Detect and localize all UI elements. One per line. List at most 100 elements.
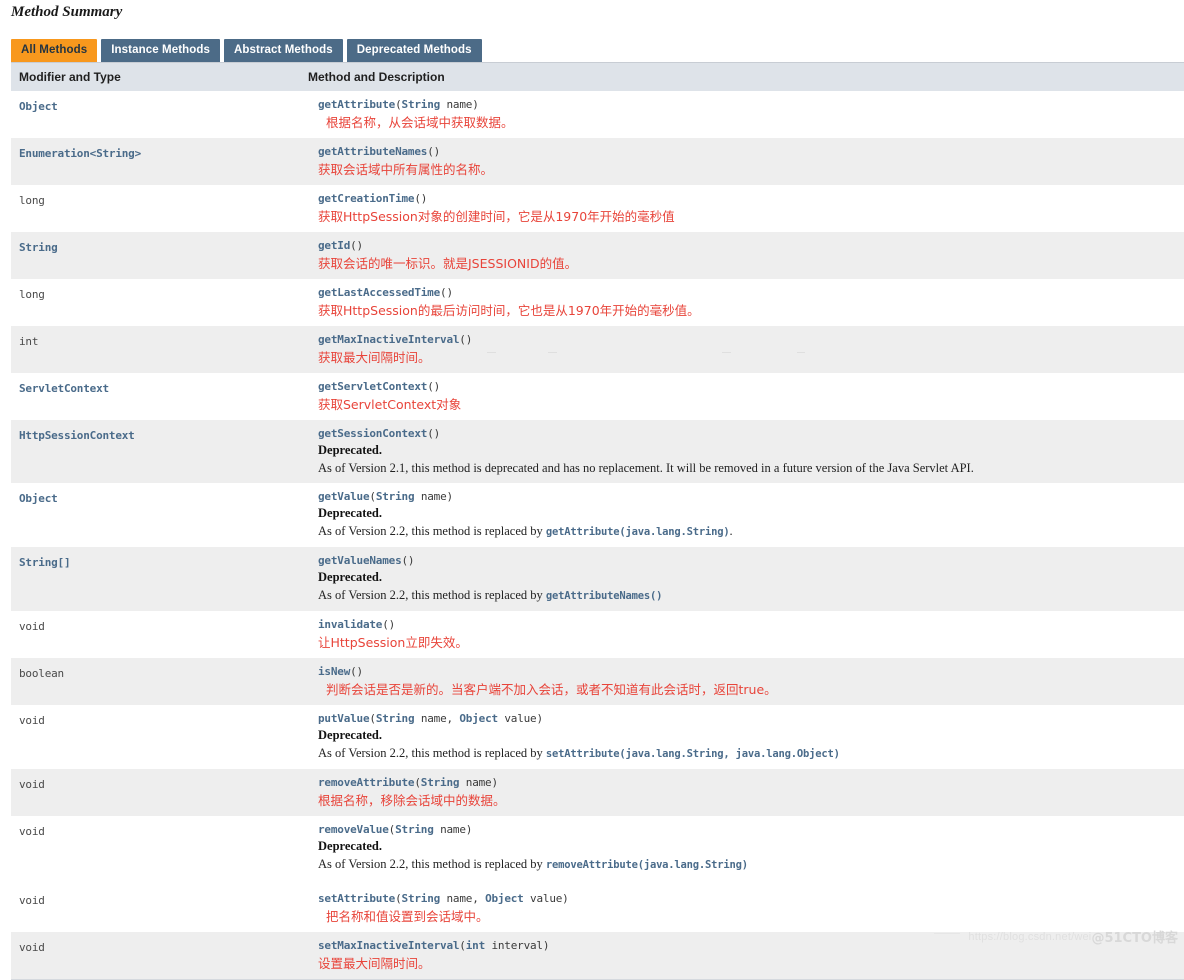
method-signature[interactable]: getSessionContext()	[318, 426, 1176, 441]
page-title: Method Summary	[11, 4, 123, 20]
method-signature[interactable]: invalidate()	[318, 617, 1176, 632]
method-signature[interactable]: getServletContext()	[318, 379, 1176, 394]
cell-method-description: getAttributeNames() 获取会话域中所有属性的名称。	[308, 138, 1184, 185]
cell-modifier-type: long	[11, 185, 308, 232]
method-note-cn: 让HttpSession立即失效。	[318, 635, 468, 650]
method-signature[interactable]: setAttribute(String name, Object value)	[318, 891, 1176, 906]
cell-method-description: putValue(String name, Object value) Depre…	[308, 705, 1184, 769]
method-signature[interactable]: getId()	[318, 238, 1176, 253]
tab-abstract-methods[interactable]: Abstract Methods	[224, 39, 343, 62]
cell-modifier-type: Enumeration<String>	[11, 138, 308, 185]
method-note-cn: 获取会话域中所有属性的名称。	[318, 162, 494, 177]
modifier-type-value[interactable]: String[]	[19, 556, 71, 569]
render-artifact	[487, 352, 496, 353]
cell-method-description: getValue(String name) Deprecated. As of Ve…	[308, 483, 1184, 547]
cell-modifier-type: String[]	[11, 547, 308, 611]
method-signature[interactable]: getMaxInactiveInterval()	[318, 332, 1176, 347]
cell-modifier-type: Object	[11, 483, 308, 547]
render-artifact	[797, 352, 805, 353]
cell-method-description: getMaxInactiveInterval() 获取最大间隔时间。	[308, 326, 1184, 373]
table-row: int getMaxInactiveInterval() 获取最大间隔时间。	[11, 326, 1184, 373]
cell-method-description: setMaxInactiveInterval(int interval) 设置最大…	[308, 932, 1184, 979]
cell-modifier-type: ServletContext	[11, 373, 308, 420]
modifier-type-value[interactable]: HttpSessionContext	[19, 429, 135, 442]
modifier-type-value[interactable]: Object	[19, 100, 58, 113]
cell-modifier-type: long	[11, 279, 308, 326]
deprecated-replacement-link[interactable]: setAttribute(java.lang.String, java.lang…	[546, 748, 840, 760]
cell-modifier-type: boolean	[11, 658, 308, 705]
modifier-type-value[interactable]: String	[19, 241, 58, 254]
cell-modifier-type: void	[11, 885, 308, 932]
cell-modifier-type: void	[11, 611, 308, 658]
deprecated-text: As of Version 2.2, this method is replac…	[318, 586, 1176, 605]
render-artifact	[548, 352, 557, 353]
cell-method-description: getSessionContext() Deprecated. As of Vers…	[308, 420, 1184, 483]
cell-method-description: getLastAccessedTime() 获取HttpSession的最后访问时…	[308, 279, 1184, 326]
cell-method-description: removeAttribute(String name) 根据名称，移除会话域中的…	[308, 769, 1184, 816]
deprecated-text-body: As of Version 2.2, this method is replac…	[318, 588, 546, 602]
tab-deprecated-methods[interactable]: Deprecated Methods	[346, 39, 482, 62]
modifier-type-value[interactable]: Enumeration<String>	[19, 147, 141, 160]
table-header-row: Modifier and Type Method and Description	[11, 62, 1184, 91]
method-signature[interactable]: getAttribute(String name)	[318, 97, 1176, 112]
tab-all-methods[interactable]: All Methods	[11, 39, 98, 62]
deprecated-replacement-link[interactable]: getAttributeNames()	[546, 590, 663, 602]
deprecated-text-body: As of Version 2.2, this method is replac…	[318, 857, 546, 871]
modifier-type-value[interactable]: ServletContext	[19, 382, 109, 395]
modifier-type-value: void	[19, 714, 45, 727]
column-header-modifier: Modifier and Type	[11, 62, 308, 91]
method-signature[interactable]: getValue(String name)	[318, 489, 1176, 504]
cell-modifier-type: void	[11, 769, 308, 816]
cell-method-description: removeValue(String name) Deprecated. As of…	[308, 816, 1184, 880]
cell-modifier-type: void	[11, 816, 308, 880]
method-signature[interactable]: putValue(String name, Object value)	[318, 711, 1176, 726]
column-header-description: Method and Description	[308, 62, 1184, 91]
method-signature[interactable]: removeAttribute(String name)	[318, 775, 1176, 790]
modifier-type-value: void	[19, 620, 45, 633]
table-row: boolean isNew() 判断会话是否是新的。当客户端不加入会话，或者不知道有…	[11, 658, 1184, 705]
modifier-type-value: void	[19, 778, 45, 791]
render-artifact	[722, 352, 731, 353]
cell-modifier-type: String	[11, 232, 308, 279]
modifier-type-value[interactable]: Object	[19, 492, 58, 505]
modifier-type-value: long	[19, 288, 45, 301]
deprecated-text-body: As of Version 2.2, this method is replac…	[318, 524, 546, 538]
method-signature[interactable]: getLastAccessedTime()	[318, 285, 1176, 300]
table-row: Object getAttribute(String name) 根据名称，从会话域…	[11, 91, 1184, 138]
method-summary-table-continued: void setAttribute(String name, Object val…	[11, 885, 1184, 979]
cell-method-description: getServletContext() 获取ServletContext对象	[308, 373, 1184, 420]
deprecated-text-body: As of Version 2.1, this method is deprec…	[318, 461, 974, 475]
tab-instance-methods[interactable]: Instance Methods	[101, 39, 220, 62]
cell-method-description: isNew() 判断会话是否是新的。当客户端不加入会话，或者不知道有此会话时，返回…	[308, 658, 1184, 705]
method-note-cn: 设置最大间隔时间。	[318, 956, 431, 971]
modifier-type-value: void	[19, 941, 45, 954]
table-row: ServletContext getServletContext() 获取Servl…	[11, 373, 1184, 420]
method-signature[interactable]: getValueNames()	[318, 553, 1176, 568]
method-note-cn: 根据名称，移除会话域中的数据。	[318, 793, 506, 808]
modifier-type-value: void	[19, 894, 45, 907]
deprecated-text: As of Version 2.2, this method is replac…	[318, 744, 1176, 763]
deprecated-text: As of Version 2.2, this method is replac…	[318, 522, 1176, 541]
method-note-cn: 把名称和值设置到会话域中。	[326, 909, 489, 924]
method-signature[interactable]: removeValue(String name)	[318, 822, 1176, 837]
cell-method-description: setAttribute(String name, Object value) 把…	[308, 885, 1184, 932]
deprecated-replacement-link[interactable]: getAttribute(java.lang.String)	[546, 526, 730, 538]
method-signature[interactable]: getAttributeNames()	[318, 144, 1176, 159]
method-note-cn: 获取HttpSession的最后访问时间，它也是从1970年开始的毫秒值。	[318, 303, 700, 318]
table-row: long getCreationTime() 获取HttpSession对象的创建时…	[11, 185, 1184, 232]
deprecated-label: Deprecated.	[318, 506, 382, 520]
method-note-cn: 获取会话的唯一标识。就是JSESSIONID的值。	[318, 256, 578, 271]
cell-modifier-type: void	[11, 932, 308, 979]
method-signature[interactable]: getCreationTime()	[318, 191, 1176, 206]
method-signature[interactable]: isNew()	[318, 664, 1176, 679]
cell-modifier-type: Object	[11, 91, 308, 138]
deprecated-replacement-link[interactable]: removeAttribute(java.lang.String)	[546, 859, 748, 871]
cell-method-description: invalidate() 让HttpSession立即失效。	[308, 611, 1184, 658]
deprecated-text: As of Version 2.1, this method is deprec…	[318, 459, 1176, 477]
cell-method-description: getId() 获取会话的唯一标识。就是JSESSIONID的值。	[308, 232, 1184, 279]
table-row: void removeAttribute(String name) 根据名称，移除会…	[11, 769, 1184, 816]
modifier-type-value: int	[19, 335, 39, 348]
method-signature[interactable]: setMaxInactiveInterval(int interval)	[318, 938, 1176, 953]
table-row: void setMaxInactiveInterval(int interval)…	[11, 932, 1184, 979]
method-filter-tabs: All Methods Instance Methods Abstract Meth…	[0, 21, 1184, 62]
